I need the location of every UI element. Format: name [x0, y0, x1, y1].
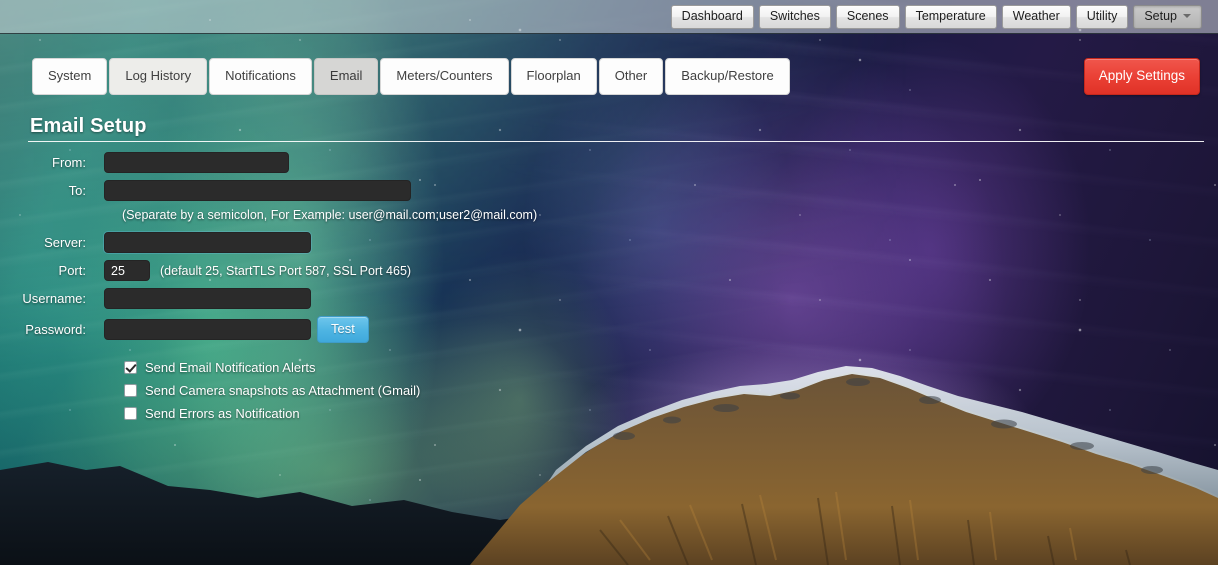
tab-other[interactable]: Other [598, 58, 664, 95]
nav-label-weather: Weather [1012, 8, 1060, 23]
username-label: Username: [22, 291, 86, 306]
nav-button-dashboard[interactable]: Dashboard [670, 4, 754, 29]
tab-label-email: Email [329, 68, 363, 83]
settings-tab-strip: System Log History Notifications Email M… [32, 58, 792, 95]
checkbox-label-send-camera-snapshots: Send Camera snapshots as Attachment (Gma… [145, 383, 421, 398]
checkbox-row-send-errors[interactable]: Send Errors as Notification [124, 406, 420, 421]
from-input[interactable] [104, 152, 289, 173]
nav-button-temperature[interactable]: Temperature [904, 4, 997, 29]
checkbox-label-send-errors: Send Errors as Notification [145, 406, 300, 421]
tab-label-backup-restore: Backup/Restore [681, 68, 774, 83]
form-row-port: Port: (default 25, StartTLS Port 587, SS… [0, 260, 700, 281]
password-input[interactable] [104, 319, 311, 340]
tab-label-system: System [48, 68, 92, 83]
checkbox-send-email-alerts[interactable] [124, 361, 137, 374]
title-divider [28, 141, 1204, 142]
page-title: Email Setup [30, 115, 147, 137]
nav-label-dashboard: Dashboard [681, 8, 743, 23]
email-setup-form: From: To: (Separate by a semicolon, For … [0, 152, 700, 350]
tab-email[interactable]: Email [313, 58, 379, 95]
checkbox-send-errors[interactable] [124, 407, 137, 420]
server-label: Server: [44, 235, 86, 250]
test-button[interactable]: Test [317, 316, 369, 343]
server-input[interactable] [104, 232, 311, 253]
tab-floorplan[interactable]: Floorplan [510, 58, 597, 95]
form-row-to: To: [0, 180, 700, 201]
nav-label-temperature: Temperature [915, 8, 986, 23]
form-row-from: From: [0, 152, 700, 173]
port-field-hint: (default 25, StartTLS Port 587, SSL Port… [160, 263, 412, 278]
checkbox-send-camera-snapshots[interactable] [124, 384, 137, 397]
tab-label-log-history: Log History [125, 68, 192, 83]
apply-settings-button[interactable]: Apply Settings [1083, 58, 1200, 95]
checkbox-row-send-camera-snapshots[interactable]: Send Camera snapshots as Attachment (Gma… [124, 383, 420, 398]
to-input[interactable] [104, 180, 411, 201]
nav-button-scenes[interactable]: Scenes [835, 4, 900, 29]
to-field-hint: (Separate by a semicolon, For Example: u… [122, 208, 538, 222]
nav-label-scenes: Scenes [846, 8, 889, 23]
form-row-server: Server: [0, 232, 700, 253]
top-navigation-bar: Dashboard Switches Scenes Temperature We… [0, 0, 1218, 34]
nav-button-utility[interactable]: Utility [1075, 4, 1129, 29]
apply-settings-label: Apply Settings [1098, 68, 1185, 83]
test-button-label: Test [331, 321, 355, 336]
nav-label-setup: Setup [1144, 8, 1177, 23]
tab-label-notifications: Notifications [225, 68, 296, 83]
from-label: From: [52, 155, 86, 170]
form-row-username: Username: [0, 288, 700, 309]
nav-label-utility: Utility [1086, 8, 1118, 23]
port-label: Port: [58, 263, 86, 278]
tab-log-history[interactable]: Log History [109, 58, 208, 95]
form-row-password: Password: Test [0, 316, 700, 343]
tab-meters-counters[interactable]: Meters/Counters [380, 58, 509, 95]
nav-label-switches: Switches [769, 8, 820, 23]
app-window: Dashboard Switches Scenes Temperature We… [0, 0, 1218, 565]
tab-system[interactable]: System [32, 58, 108, 95]
tab-label-other: Other [614, 68, 648, 83]
chevron-down-icon [1183, 14, 1191, 19]
tab-backup-restore[interactable]: Backup/Restore [665, 58, 790, 95]
tab-label-meters-counters: Meters/Counters [396, 68, 493, 83]
port-input[interactable] [104, 260, 150, 281]
checkbox-row-send-email-alerts[interactable]: Send Email Notification Alerts [124, 360, 420, 375]
nav-button-weather[interactable]: Weather [1001, 4, 1071, 29]
nav-button-setup[interactable]: Setup [1133, 4, 1202, 29]
checkbox-label-send-email-alerts: Send Email Notification Alerts [145, 360, 316, 375]
nav-button-switches[interactable]: Switches [758, 4, 831, 29]
username-input[interactable] [104, 288, 311, 309]
to-label: To: [68, 183, 86, 198]
tab-notifications[interactable]: Notifications [209, 58, 312, 95]
password-label: Password: [25, 322, 86, 337]
email-options-group: Send Email Notification Alerts Send Came… [124, 360, 420, 429]
tab-label-floorplan: Floorplan [526, 68, 581, 83]
